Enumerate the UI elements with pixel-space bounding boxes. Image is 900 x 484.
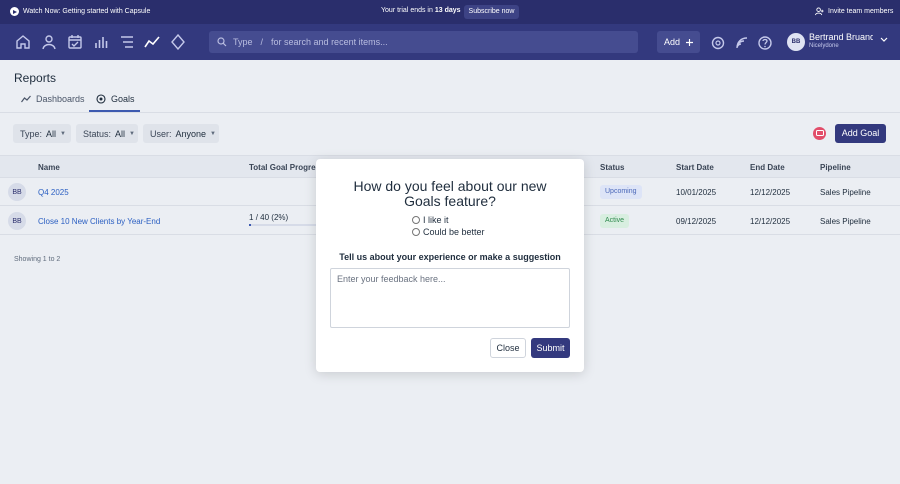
goal-progress-text: 1 / 40 (2%): [249, 213, 288, 222]
subscribe-button[interactable]: Subscribe now: [464, 5, 519, 19]
close-button[interactable]: Close: [490, 338, 526, 358]
reports-icon[interactable]: [144, 34, 160, 50]
plus-icon: [686, 38, 693, 46]
user-filter-label: User:: [150, 128, 172, 139]
add-label: Add: [663, 37, 680, 47]
invite-label: Invite team members: [828, 8, 894, 15]
end-date: 12/12/2025: [750, 188, 791, 197]
col-status[interactable]: Status: [600, 163, 624, 172]
play-icon: [10, 7, 19, 16]
home-icon[interactable]: [15, 34, 31, 50]
chevron-down-icon: ▼: [129, 130, 135, 137]
status-filter-value: All: [115, 128, 126, 139]
progress-current: 1: [249, 213, 254, 222]
feedback-modal: How do you feel about our new Goals feat…: [316, 159, 584, 372]
user-filter[interactable]: User: Anyone ▼: [143, 124, 219, 143]
submit-button[interactable]: Submit: [531, 338, 570, 358]
progress-fill: [249, 224, 251, 226]
trial-days: 13 days: [434, 7, 461, 14]
start-date: 10/01/2025: [676, 188, 717, 197]
option-could-be-better[interactable]: Could be better: [412, 227, 485, 237]
help-icon[interactable]: [757, 35, 773, 51]
search-bar[interactable]: Type / for search and recent items...: [209, 31, 638, 53]
trial-prefix: Your trial ends in: [381, 7, 433, 14]
projects-icon[interactable]: [119, 34, 135, 50]
progress-total: 40: [260, 213, 270, 222]
tab-dashboards-label: Dashboards: [36, 94, 85, 104]
tab-goals-label: Goals: [111, 94, 135, 104]
broadcast-icon[interactable]: [734, 35, 750, 51]
chevron-down-icon[interactable]: [880, 37, 888, 43]
announcement-bar: Watch Now: Getting started with Capsule …: [0, 0, 900, 24]
col-pipeline[interactable]: Pipeline: [820, 163, 851, 172]
option-label: Could be better: [423, 227, 485, 237]
add-button[interactable]: Add: [657, 31, 700, 53]
pipeline-chart-icon[interactable]: [93, 34, 109, 50]
target-icon: [96, 94, 106, 104]
col-progress[interactable]: Total Goal Progress: [249, 163, 324, 172]
main-navbar: Type / for search and recent items... Ad…: [0, 24, 900, 60]
option-like-it[interactable]: I like it: [412, 215, 449, 225]
feedback-textarea[interactable]: Enter your feedback here...: [330, 268, 570, 328]
messages-icon[interactable]: [710, 35, 726, 51]
radio-button[interactable]: [412, 228, 420, 236]
tab-dashboards[interactable]: Dashboards: [21, 94, 85, 104]
tabs-divider: [0, 112, 900, 113]
owner-avatar: BB: [8, 183, 26, 201]
type-filter[interactable]: Type: All ▼: [13, 124, 71, 143]
search-icon: [217, 37, 227, 47]
feedback-prompt: Tell us about your experience or make a …: [339, 252, 561, 262]
pagination-summary: Showing 1 to 2: [14, 256, 61, 263]
contacts-icon[interactable]: [41, 34, 57, 50]
page-title: Reports: [14, 71, 57, 85]
owner-avatar: BB: [8, 212, 26, 230]
tab-goals[interactable]: Goals: [96, 94, 135, 104]
status-filter[interactable]: Status: All ▼: [76, 124, 138, 143]
workflow-icon[interactable]: [170, 33, 186, 51]
status-badge: Upcoming: [600, 185, 642, 199]
invite-team-button[interactable]: Invite team members: [815, 7, 893, 16]
watch-now-text: Watch Now: Getting started with Capsule: [23, 8, 151, 15]
status-badge: Active: [600, 214, 630, 228]
pipeline: Sales Pipeline: [820, 188, 871, 197]
add-goal-button[interactable]: Add Goal: [835, 124, 886, 143]
pipeline: Sales Pipeline: [820, 217, 871, 226]
option-label: I like it: [423, 215, 449, 225]
line-chart-icon: [21, 95, 31, 103]
chevron-down-icon: ▼: [210, 130, 216, 137]
type-filter-value: All: [46, 128, 57, 139]
progress-percent: (2%): [271, 213, 289, 222]
user-avatar[interactable]: BB: [787, 33, 805, 51]
end-date: 12/12/2025: [750, 217, 791, 226]
watch-now-link[interactable]: Watch Now: Getting started with Capsule: [10, 7, 150, 16]
user-filter-value: Anyone: [175, 128, 207, 139]
progress-bar: [249, 224, 319, 226]
chevron-down-icon: ▼: [60, 130, 66, 137]
user-org: Nicelydone: [809, 43, 839, 49]
trial-notice: Your trial ends in 13 days: [381, 7, 461, 14]
user-name[interactable]: Bertrand Bruandet: [809, 32, 873, 42]
start-date: 09/12/2025: [676, 217, 717, 226]
type-filter-label: Type:: [20, 128, 43, 139]
col-end-date[interactable]: End Date: [750, 163, 785, 172]
modal-question: How do you feel about our new Goals feat…: [353, 178, 547, 209]
status-filter-label: Status:: [83, 128, 112, 139]
goal-name-link[interactable]: Q4 2025: [38, 188, 69, 197]
col-start-date[interactable]: Start Date: [676, 163, 714, 172]
search-type-label: Type: [233, 37, 253, 47]
goal-name-link[interactable]: Close 10 New Clients by Year-End: [38, 217, 160, 226]
calendar-icon[interactable]: [67, 34, 83, 50]
add-user-icon: [815, 7, 824, 16]
search-placeholder: for search and recent items...: [271, 37, 388, 47]
col-name[interactable]: Name: [38, 163, 60, 172]
feedback-icon[interactable]: [813, 127, 826, 140]
progress-separator: /: [255, 213, 258, 222]
search-slash: /: [260, 37, 264, 47]
radio-button[interactable]: [412, 216, 420, 224]
